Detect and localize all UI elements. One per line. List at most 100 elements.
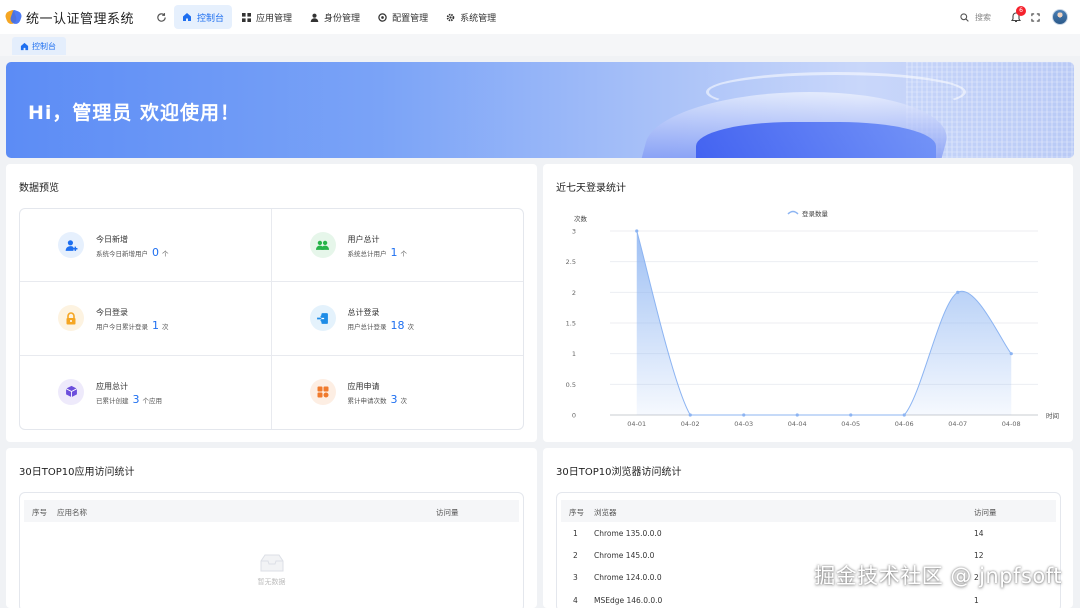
stat-total-login[interactable]: 总计登录 用户总计登录 18 次: [271, 282, 523, 356]
watermark: 掘金技术社区 @ jnpfsoft: [814, 564, 1062, 588]
empty-box-icon: [258, 553, 286, 573]
stat-total-apps[interactable]: 应用总计 已累计创建 3 个应用: [20, 355, 272, 429]
gear-icon: [446, 13, 455, 22]
table-header: 序号 应用名称 访问量: [24, 500, 519, 522]
y-tick-label: 0.5: [566, 381, 576, 389]
row-index: 3: [573, 573, 578, 582]
stat-desc-label: 累计申请次数: [347, 396, 387, 405]
stat-today-new[interactable]: 今日新增 系统今日新增用户 0 个: [20, 209, 272, 283]
legend-label: 登录数量: [802, 209, 829, 218]
data-point: [688, 413, 692, 417]
notification-button[interactable]: 6: [1011, 5, 1026, 23]
home-icon: [20, 42, 29, 50]
stat-unit: 个: [162, 250, 169, 258]
main-nav: 控制台 应用管理 身份管理 配置管理 系统管理: [174, 0, 506, 34]
welcome-title: Hi，管理员 欢迎使用！: [28, 102, 241, 124]
stat-desc-label: 用户总计登录: [347, 323, 387, 332]
lock-icon: [58, 305, 84, 332]
stat-title: 应用申请: [347, 381, 380, 391]
user-add-icon: [58, 232, 84, 258]
row-visits: 12: [974, 551, 984, 560]
stat-unit: 次: [400, 396, 408, 405]
login-chart: 0 0.5 1 1.5 2 2.5 3 04-01 04-02 04-03 04-04 04-05 04…: [566, 209, 1059, 428]
stat-value: 1: [390, 246, 398, 259]
app-title: 统一认证管理系统: [26, 11, 135, 27]
top-bar: 统一认证管理系统 控制台 应用管理 身份管理 配置管理 系统管理 搜索 6: [0, 0, 1080, 34]
tab-strip: 控制台: [0, 34, 1080, 56]
x-axis-label: 时间: [1046, 411, 1059, 420]
stat-desc-label: 系统总计用户: [347, 250, 387, 258]
nav-item-config-management[interactable]: 配置管理: [370, 5, 436, 29]
data-point: [635, 229, 639, 233]
config-icon: [378, 12, 387, 22]
data-point: [956, 290, 960, 294]
notification-badge: 6: [1016, 5, 1026, 16]
cube-icon: [58, 378, 84, 405]
stat-value: 3: [390, 392, 398, 406]
stat-title: 用户总计: [347, 235, 380, 244]
nav-item-label: 应用管理: [256, 13, 293, 24]
legend-swatch: [787, 210, 799, 215]
row-browser: Chrome 124.0.0.0: [594, 573, 662, 582]
empty-text: 暂无数据: [257, 578, 286, 586]
stat-title: 今日新增: [96, 235, 128, 244]
x-tick-label: 04-03: [734, 420, 753, 428]
user-avatar[interactable]: [1052, 9, 1068, 25]
browser-access-table: 序号 浏览器 访问量 1 Chrome 135.0.0.0 14 2 Chrom…: [556, 492, 1061, 608]
column-header: 应用名称: [57, 508, 87, 517]
row-browser: Chrome 145.0.0: [594, 551, 655, 560]
stat-desc-label: 已累计创建: [96, 396, 129, 405]
stat-value: 18: [390, 319, 405, 333]
stat-desc: 用户总计登录 18 次: [348, 319, 415, 332]
y-tick-label: 1: [572, 350, 576, 358]
nav-item-label: 控制台: [197, 13, 225, 24]
stat-app-requests[interactable]: 应用申请 累计申请次数 3 次: [272, 356, 524, 429]
stat-desc-label: 系统今日新增用户: [96, 250, 148, 258]
data-point: [1009, 352, 1013, 356]
stat-desc: 用户今日累计登录 1 次: [96, 319, 169, 332]
column-header: 序号: [32, 508, 47, 517]
stat-total-users[interactable]: 用户总计 系统总计用户 1 个: [271, 209, 523, 283]
table-row: 4 MSEdge 146.0.0.0 1: [561, 589, 1056, 608]
tab-dashboard[interactable]: 控制台: [12, 37, 66, 55]
nav-item-identity-management[interactable]: 身份管理: [302, 5, 368, 29]
app-access-table: 序号 应用名称 访问量 暂无数据: [19, 492, 524, 608]
home-icon: [182, 12, 192, 22]
data-point: [849, 413, 853, 417]
stat-unit: 个: [400, 250, 408, 258]
stat-value: 3: [132, 392, 140, 406]
nav-item-dashboard[interactable]: 控制台: [174, 5, 233, 29]
tab-label: 控制台: [32, 41, 56, 51]
card-title: 30日TOP10应用访问统计: [19, 467, 135, 478]
column-header: 访问量: [974, 508, 997, 517]
y-tick-label: 0: [572, 412, 576, 420]
fullscreen-icon[interactable]: [1031, 12, 1040, 22]
card-title: 数据预览: [19, 183, 59, 194]
data-point: [902, 413, 906, 417]
row-index: 1: [573, 529, 578, 538]
app-logo[interactable]: 统一认证管理系统: [4, 8, 135, 27]
nav-item-app-management[interactable]: 应用管理: [234, 5, 300, 29]
x-tick-label: 04-01: [627, 420, 646, 428]
data-point: [742, 413, 746, 417]
nav-item-system-management[interactable]: 系统管理: [438, 5, 504, 29]
column-header: 访问量: [436, 508, 459, 517]
stat-title: 应用总计: [96, 381, 128, 391]
search-button[interactable]: 搜索: [960, 12, 991, 23]
y-tick-label: 2: [572, 289, 576, 297]
stat-today-login[interactable]: 今日登录 用户今日累计登录 1 次: [20, 282, 272, 356]
header-actions: 搜索 6: [960, 0, 1080, 34]
column-header: 序号: [569, 508, 584, 517]
user-icon: [310, 13, 319, 22]
stat-value: 0: [152, 246, 159, 259]
row-browser: Chrome 135.0.0.0: [594, 529, 662, 538]
y-axis-label: 次数: [574, 214, 588, 223]
refresh-icon[interactable]: [154, 10, 168, 24]
y-tick-label: 2.5: [566, 258, 576, 266]
stat-value: 1: [152, 319, 159, 333]
nav-item-label: 配置管理: [392, 13, 429, 24]
table-row: 1 Chrome 135.0.0.0 14: [561, 522, 1056, 544]
stat-unit: 次: [407, 323, 415, 332]
stat-desc: 已累计创建 3 个应用: [96, 393, 162, 406]
row-index: 2: [573, 551, 578, 560]
